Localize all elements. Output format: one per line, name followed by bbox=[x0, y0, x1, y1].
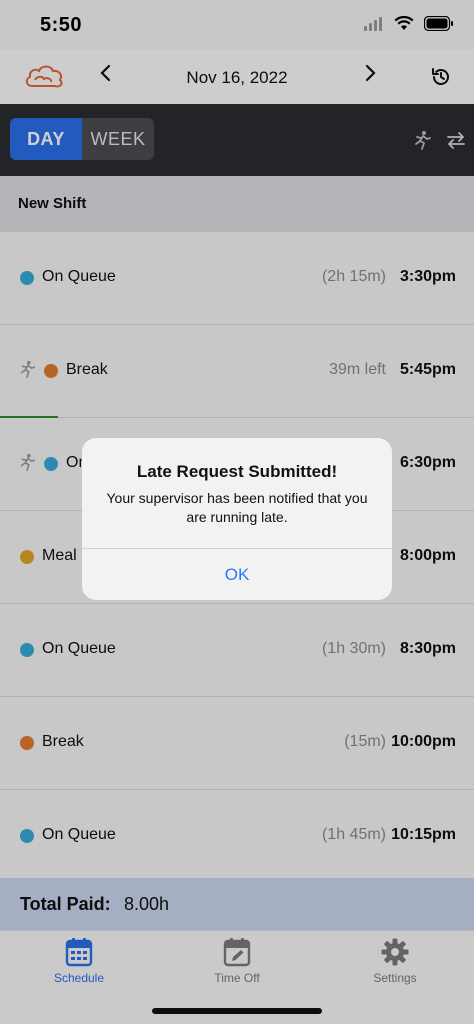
alert-message: Your supervisor has been notified that y… bbox=[106, 490, 368, 525]
alert-title: Late Request Submitted! bbox=[136, 462, 338, 481]
app-screen: 5:50 Nov 16, 2022 DAY WEEK New Shift On … bbox=[0, 0, 474, 1024]
late-request-alert: Late Request Submitted! Your supervisor … bbox=[82, 438, 392, 600]
alert-ok-button[interactable]: OK bbox=[82, 549, 392, 600]
